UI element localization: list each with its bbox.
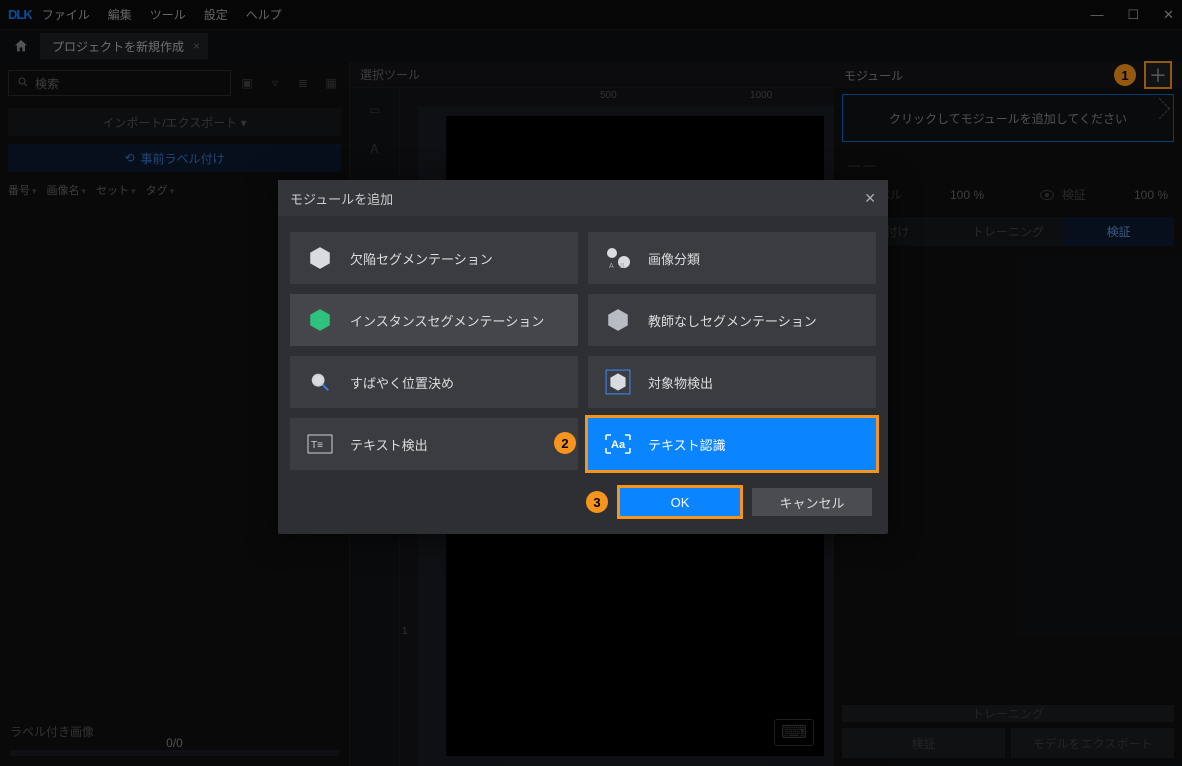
hexagon-green-icon bbox=[304, 304, 336, 336]
opt-unsupervised-segmentation[interactable]: 教師なしセグメンテーション bbox=[588, 294, 876, 346]
modal-close-icon[interactable]: ✕ bbox=[864, 190, 876, 207]
add-module-modal: モジュールを追加 ✕ 欠陥セグメンテーション AB 画像分類 インスタンスセグメ… bbox=[278, 180, 888, 534]
opt-object-detection[interactable]: 対象物検出 bbox=[588, 356, 876, 408]
opt-text-recognition[interactable]: 2 Aa テキスト認識 bbox=[588, 418, 876, 470]
callout-3: 3 bbox=[586, 491, 608, 513]
svg-text:T≡: T≡ bbox=[311, 440, 323, 451]
opt-image-classification[interactable]: AB 画像分類 bbox=[588, 232, 876, 284]
opt-label: インスタンスセグメンテーション bbox=[350, 311, 544, 330]
svg-text:A: A bbox=[609, 263, 614, 270]
classify-icon: AB bbox=[602, 242, 634, 274]
opt-instance-segmentation[interactable]: インスタンスセグメンテーション bbox=[290, 294, 578, 346]
opt-label: すばやく位置決め bbox=[350, 373, 454, 392]
modal-title: モジュールを追加 bbox=[290, 189, 393, 208]
opt-defect-segmentation[interactable]: 欠陥セグメンテーション bbox=[290, 232, 578, 284]
hexagon-boxed-icon bbox=[602, 366, 634, 398]
svg-text:Aa: Aa bbox=[611, 439, 626, 451]
magnifier-icon bbox=[304, 366, 336, 398]
hexagon-icon bbox=[304, 242, 336, 274]
callout-2: 2 bbox=[554, 432, 576, 454]
modal-body: 欠陥セグメンテーション AB 画像分類 インスタンスセグメンテーション 教師なし… bbox=[278, 216, 888, 480]
cancel-button[interactable]: キャンセル bbox=[752, 488, 872, 516]
opt-label: テキスト認識 bbox=[648, 435, 726, 454]
opt-label: 教師なしセグメンテーション bbox=[648, 311, 817, 330]
ok-button[interactable]: OK bbox=[620, 488, 740, 516]
opt-label: テキスト検出 bbox=[350, 435, 428, 454]
opt-quick-locate[interactable]: すばやく位置決め bbox=[290, 356, 578, 408]
text-detect-icon: T≡ bbox=[304, 428, 336, 460]
opt-label: 対象物検出 bbox=[648, 373, 713, 392]
opt-label: 画像分類 bbox=[648, 249, 700, 268]
opt-label: 欠陥セグメンテーション bbox=[350, 249, 493, 268]
hexagon-gray-icon bbox=[602, 304, 634, 336]
modal-footer: 3 OK キャンセル bbox=[278, 480, 888, 534]
text-recognize-icon: Aa bbox=[602, 428, 634, 460]
svg-text:B: B bbox=[620, 263, 625, 270]
opt-text-detection[interactable]: T≡ テキスト検出 bbox=[290, 418, 578, 470]
modal-header: モジュールを追加 ✕ bbox=[278, 180, 888, 216]
